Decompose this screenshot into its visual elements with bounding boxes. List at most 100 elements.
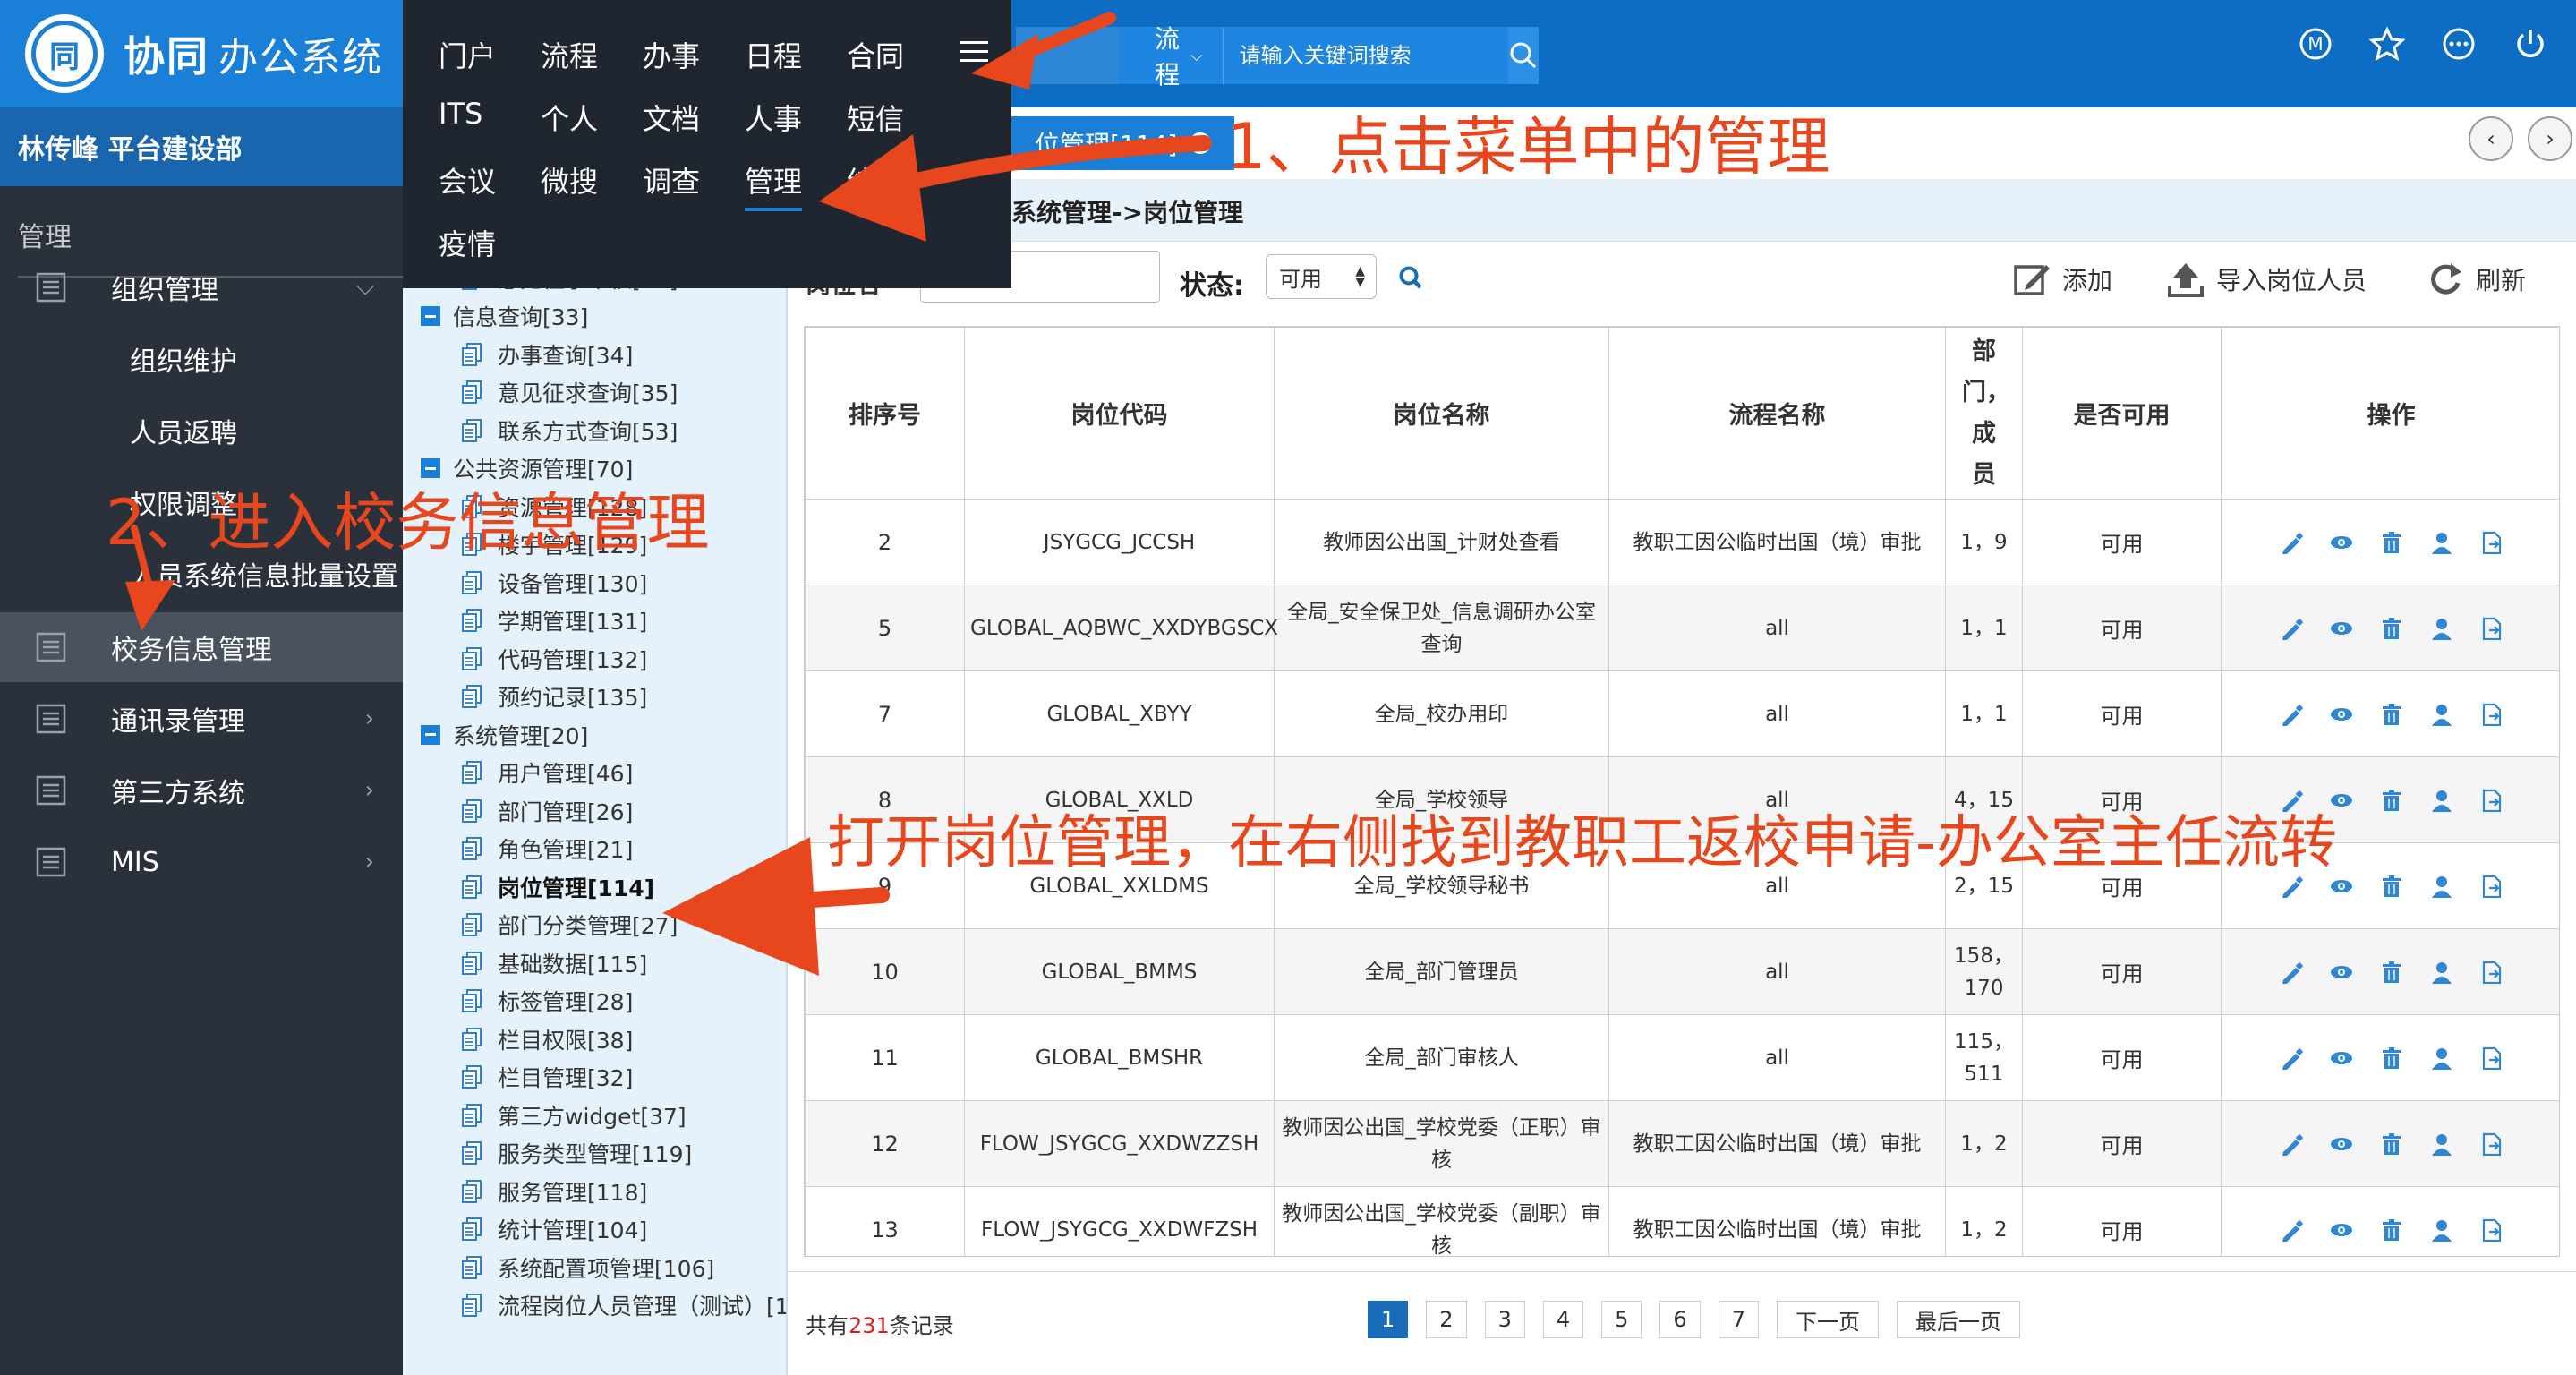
tree-leaf-node[interactable]: 栏目权限[38] [462, 1021, 633, 1057]
sidebar-item-5[interactable]: 校务信息管理 [0, 612, 403, 682]
export-icon[interactable] [2480, 1218, 2503, 1242]
user-icon[interactable] [2430, 961, 2453, 984]
export-icon[interactable] [2480, 961, 2503, 984]
edit-icon[interactable] [2280, 961, 2303, 984]
page-7-button[interactable]: 7 [1718, 1301, 1759, 1338]
top-nav-stub[interactable] [1016, 27, 1119, 84]
tree-leaf-node[interactable]: 第三方widget[37] [462, 1097, 687, 1133]
menu-item-14[interactable]: 统 [847, 159, 875, 201]
tree-leaf-node[interactable]: 代码管理[132] [462, 641, 647, 677]
delete-icon[interactable] [2380, 1218, 2403, 1242]
menu-item-5[interactable]: ITS [439, 97, 482, 131]
more-icon[interactable] [2440, 25, 2478, 63]
export-icon[interactable] [2480, 1046, 2503, 1070]
menu-icon[interactable] [960, 41, 988, 63]
menu-item-13[interactable]: 管理 [745, 159, 803, 211]
edit-icon[interactable] [2280, 1132, 2303, 1156]
page-6-button[interactable]: 6 [1659, 1301, 1701, 1338]
sidebar-item-1[interactable]: 组织维护 [0, 324, 403, 394]
sidebar-item-8[interactable]: MIS › [0, 827, 403, 897]
add-button[interactable]: 添加 [2012, 256, 2112, 303]
menu-item-1[interactable]: 流程 [541, 34, 598, 75]
m-circle-icon[interactable]: M [2297, 25, 2334, 63]
tree-leaf-node[interactable]: 岗位管理[114] [462, 869, 654, 905]
sidebar-item-2[interactable]: 人员返聘 [0, 396, 403, 465]
status-select[interactable]: 可用 ▲ ▼ [1266, 254, 1377, 299]
tree-leaf-node[interactable]: 统计管理[104] [462, 1211, 647, 1247]
menu-item-10[interactable]: 会议 [439, 159, 496, 201]
edit-icon[interactable] [2280, 617, 2303, 640]
tree-leaf-node[interactable]: 用户管理[46] [462, 755, 633, 790]
delete-icon[interactable] [2380, 703, 2403, 726]
tree-leaf-node[interactable]: 服务管理[118] [462, 1174, 647, 1209]
menu-item-2[interactable]: 办事 [643, 34, 700, 75]
menu-item-0[interactable]: 门户 [439, 34, 496, 75]
menu-item-8[interactable]: 人事 [745, 97, 802, 138]
user-icon[interactable] [2430, 1132, 2453, 1156]
sidebar-item-6[interactable]: 通讯录管理 › [0, 684, 403, 754]
import-post-members-button[interactable]: 导入岗位人员 [2166, 256, 2367, 303]
menu-item-7[interactable]: 文档 [643, 97, 700, 138]
tree-leaf-node[interactable]: 部门分类管理[27] [462, 907, 678, 943]
table-row[interactable]: 11 GLOBAL_BMSHR 全局_部门审核人 all 115，511 可用 [805, 1014, 2559, 1101]
menu-item-6[interactable]: 个人 [541, 97, 598, 138]
tree-leaf-node[interactable]: 学期管理[131] [462, 602, 647, 638]
page-2-button[interactable]: 2 [1426, 1301, 1467, 1338]
table-row[interactable]: 10 GLOBAL_BMMS 全局_部门管理员 all 158，170 可用 [805, 928, 2559, 1015]
export-icon[interactable] [2480, 875, 2503, 898]
view-icon[interactable] [2330, 1218, 2353, 1242]
view-icon[interactable] [2330, 1132, 2353, 1156]
tree-leaf-node[interactable]: 服务类型管理[119] [462, 1135, 692, 1171]
menu-item-4[interactable]: 合同 [847, 34, 904, 75]
sidebar-item-7[interactable]: 第三方系统 › [0, 756, 403, 825]
user-icon[interactable] [2430, 789, 2453, 812]
edit-icon[interactable] [2280, 1046, 2303, 1070]
menu-item-15[interactable]: 疫情 [439, 222, 496, 263]
tree-leaf-node[interactable]: 角色管理[21] [462, 831, 633, 867]
export-icon[interactable] [2480, 617, 2503, 640]
edit-icon[interactable] [2280, 1218, 2303, 1242]
tree-leaf-node[interactable]: 设备管理[130] [462, 565, 647, 601]
tree-leaf-node[interactable]: 意见征求查询[35] [462, 374, 678, 410]
delete-icon[interactable] [2380, 961, 2403, 984]
tab-prev-button[interactable]: ‹ [2469, 116, 2513, 161]
last-page-button[interactable]: 最后一页 [1896, 1301, 2020, 1338]
view-icon[interactable] [2330, 1046, 2353, 1070]
tree-leaf-node[interactable]: 预约记录[135] [462, 679, 647, 714]
page-5-button[interactable]: 5 [1601, 1301, 1642, 1338]
menu-item-11[interactable]: 微搜 [541, 159, 598, 201]
tree-leaf-node[interactable]: 流程岗位人员管理（测试）[13 [462, 1287, 786, 1323]
user-icon[interactable] [2430, 617, 2453, 640]
user-icon[interactable] [2430, 875, 2453, 898]
view-icon[interactable] [2330, 531, 2353, 554]
view-icon[interactable] [2330, 703, 2353, 726]
user-icon[interactable] [2430, 1046, 2453, 1070]
delete-icon[interactable] [2380, 875, 2403, 898]
menu-item-3[interactable]: 日程 [745, 34, 802, 75]
edit-icon[interactable] [2280, 531, 2303, 554]
delete-icon[interactable] [2380, 617, 2403, 640]
user-icon[interactable] [2430, 703, 2453, 726]
next-page-button[interactable]: 下一页 [1776, 1301, 1879, 1338]
collapse-icon[interactable] [421, 306, 440, 326]
page-4-button[interactable]: 4 [1542, 1301, 1584, 1338]
table-row[interactable]: 13 FLOW_JSYGCG_XXDWFZSH 教师因公出国_学校党委（副职）审核教… [805, 1186, 2559, 1256]
delete-icon[interactable] [2380, 1046, 2403, 1070]
table-row[interactable]: 7 GLOBAL_XBYY 全局_校办用印 all 1，1 可用 [805, 670, 2559, 757]
table-row[interactable]: 5 GLOBAL_AQBWC_XXDYBGSCX 全局_安全保卫处_信息调研办公室查… [805, 585, 2559, 671]
tree-leaf-node[interactable]: 栏目管理[32] [462, 1059, 633, 1095]
sidebar-item-0[interactable]: 组织管理 ⌵ [0, 252, 403, 322]
refresh-button[interactable]: 刷新 [2426, 256, 2526, 303]
table-row[interactable]: 12 FLOW_JSYGCG_XXDWZZSH 教师因公出国_学校党委（正职）审核教… [805, 1100, 2559, 1187]
export-icon[interactable] [2480, 1132, 2503, 1156]
page-3-button[interactable]: 3 [1484, 1301, 1525, 1338]
menu-item-9[interactable]: 短信 [847, 97, 904, 138]
tree-leaf-node[interactable]: 联系方式查询[53] [462, 413, 678, 448]
user-icon[interactable] [2430, 1218, 2453, 1242]
logo[interactable]: 同 协同 办公系统 [0, 0, 403, 107]
power-icon[interactable] [2512, 25, 2549, 63]
star-icon[interactable] [2368, 25, 2406, 63]
search-button[interactable] [1507, 27, 1539, 84]
view-icon[interactable] [2330, 961, 2353, 984]
delete-icon[interactable] [2380, 1132, 2403, 1156]
